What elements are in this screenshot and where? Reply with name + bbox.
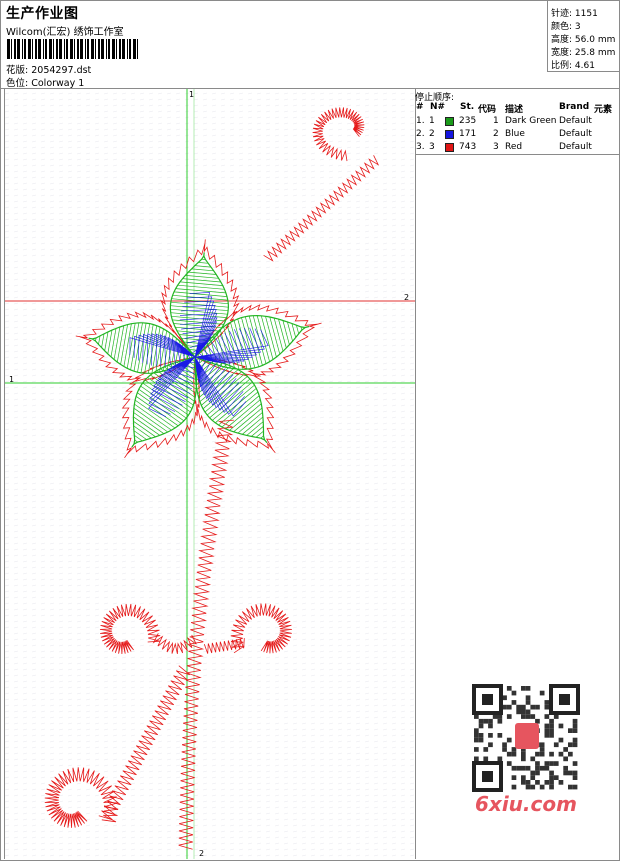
guide-label-h-green: 1 [9, 375, 14, 384]
guide-label-h-red: 2 [404, 293, 409, 302]
col-brand: Brand [559, 102, 590, 112]
colorway-label: 色位: [6, 78, 29, 89]
qr-code-watermark [471, 683, 581, 793]
guide-label-v-bottom: 2 [199, 849, 204, 858]
col-index: # [416, 102, 424, 112]
color-swatch-red [445, 143, 454, 152]
colorway-value: Colorway 1 [31, 78, 85, 89]
barcode [7, 39, 138, 59]
colorway: 色位: Colorway 1 [6, 75, 84, 89]
stop-row: 3. 3 743 3 Red Default [416, 142, 592, 152]
stat-scale: 比例: 4.61 [551, 61, 595, 71]
guide-label-v-top: 1 [189, 90, 194, 99]
panel-divider [415, 154, 619, 155]
stop-row: 1. 1 235 1 Dark Green Default [416, 116, 592, 126]
stat-colors: 颜色: 3 [551, 22, 581, 32]
color-swatch-green [445, 117, 454, 126]
page-title: 生产作业图 [6, 6, 79, 22]
col-number: N# [430, 102, 446, 112]
stats-box: 针迹: 1151 颜色: 3 高度: 56.0 mm 宽度: 25.8 mm 比… [547, 1, 620, 72]
production-sheet: 生产作业图 Wilcom(汇宏) 绣饰工作室 花版: 2054297.dst 色… [0, 0, 620, 861]
col-code: 代码 [478, 105, 497, 115]
header: 生产作业图 Wilcom(汇宏) 绣饰工作室 花版: 2054297.dst 色… [1, 1, 620, 89]
stat-width: 宽度: 25.8 mm [551, 48, 616, 58]
col-element: 元素 [594, 105, 613, 115]
design-canvas: 1 2 1 2 [4, 89, 416, 859]
color-swatch-blue [445, 130, 454, 139]
company-name: Wilcom(汇宏) 绣饰工作室 [6, 27, 124, 38]
stop-row: 2. 2 171 2 Blue Default [416, 129, 592, 139]
watermark-text: 6xiu.com [475, 792, 577, 816]
col-stitches: St. [460, 102, 475, 112]
stat-stitches: 针迹: 1151 [551, 9, 598, 19]
stop-table-header: # N# St. 代码 描述 Brand 元素 [415, 102, 619, 115]
col-description: 描述 [505, 105, 524, 115]
stat-height: 高度: 56.0 mm [551, 35, 616, 45]
embroidery-drawing: 1 2 1 2 [5, 89, 415, 859]
design-file: 花版: 2054297.dst [6, 62, 91, 76]
